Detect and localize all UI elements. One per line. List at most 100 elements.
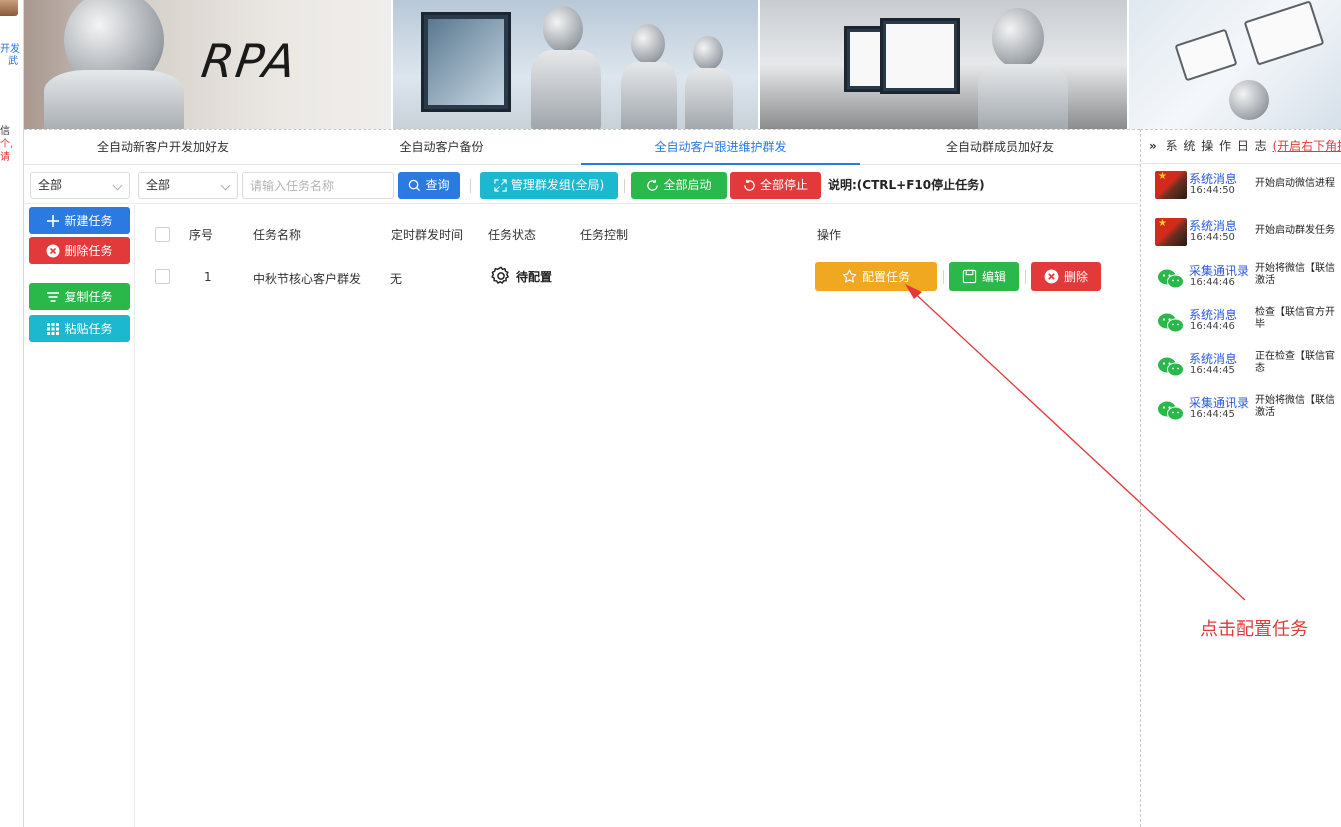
log-notification-link[interactable]: (开启右下角提 [1273, 139, 1341, 153]
gear-icon [491, 266, 509, 284]
tab-bar: 全自动新客户开发加好友 全自动客户备份 全自动客户跟进维护群发 全自动群成员加好… [24, 130, 1140, 165]
chart-monitor-2 [880, 18, 960, 94]
log-item-message: 开始将微信【联信 [1255, 263, 1335, 274]
filter-lines-icon [47, 291, 60, 302]
column-header-name: 任务名称 [253, 228, 302, 242]
task-name-search-input[interactable] [242, 172, 394, 199]
column-header-index: 序号 [189, 228, 214, 242]
side-button-column: 新建任务 删除任务 复制任务 粘贴任务 [24, 205, 135, 827]
table-header: 序号 任务名称 定时群发时间 任务状态 任务控制 操作 [135, 205, 1139, 262]
start-all-button[interactable]: 全部启动 [631, 172, 727, 199]
expand-icon [494, 179, 507, 192]
close-circle-icon [46, 244, 60, 257]
log-item-message-cont: 态 [1255, 363, 1265, 374]
robot-image-4 [992, 8, 1044, 68]
log-item: 系统消息 16:44:46 检查【联信官方开 毕 [1141, 304, 1341, 344]
tablet-image [1174, 28, 1238, 82]
robot-image-1-body [531, 50, 601, 129]
wechat-icon [1158, 357, 1184, 377]
tab-follow-up-broadcast[interactable]: 全自动客户跟进维护群发 [581, 130, 860, 165]
row-task-name: 中秋节核心客户群发 [253, 272, 362, 286]
robot-image-3 [693, 36, 723, 70]
log-item: 采集通讯录 16:44:46 开始将微信【联信 激活 [1141, 260, 1341, 300]
new-task-button[interactable]: 新建任务 [29, 207, 130, 234]
log-item-message-cont: 激活 [1255, 275, 1275, 286]
log-item-message-cont: 毕 [1255, 319, 1265, 330]
log-item-message: 正在检查【联信官 [1255, 351, 1335, 362]
row-status-label: 待配置 [516, 269, 553, 284]
refresh-icon [647, 179, 659, 191]
new-task-label: 新建任务 [64, 214, 113, 228]
log-item-message-cont: 激活 [1255, 407, 1275, 418]
copy-task-label: 复制任务 [64, 290, 113, 304]
stop-all-button-label: 全部停止 [759, 178, 808, 192]
chevron-down-icon [112, 180, 123, 191]
delete-row-button[interactable]: 删除 [1031, 262, 1101, 291]
log-header-title: 系 统 操 作 日 志 [1165, 139, 1268, 153]
strip-text-1: 开发 [0, 44, 20, 55]
column-header-status: 任务状态 [488, 228, 537, 242]
log-item-time: 16:44:46 [1190, 277, 1235, 288]
tab-customer-backup[interactable]: 全自动客户备份 [302, 130, 581, 165]
log-item-message: 检查【联信官方开 [1255, 307, 1335, 318]
tab-group-member-add[interactable]: 全自动群成员加好友 [860, 130, 1140, 165]
log-item-message: 开始启动微信进程 [1255, 178, 1335, 189]
strip-text-4: 个, [0, 139, 14, 150]
main-panel: 全自动新客户开发加好友 全自动客户备份 全自动客户跟进维护群发 全自动群成员加好… [24, 129, 1140, 827]
config-task-label: 配置任务 [861, 270, 910, 284]
annotation-text: 点击配置任务 [1200, 619, 1308, 640]
plus-icon [47, 214, 60, 227]
table-row: 1 中秋节核心客户群发 无 待配置 配置任务 编辑 删除 [135, 262, 1139, 292]
edit-task-label: 编辑 [981, 270, 1006, 284]
laptop-image [1243, 0, 1325, 66]
stop-all-button[interactable]: 全部停止 [730, 172, 821, 199]
column-header-control: 任务控制 [580, 228, 629, 242]
filter-select-2[interactable]: 全部 [138, 172, 238, 199]
wechat-icon [1158, 313, 1184, 333]
flag-avatar: ★ [1155, 171, 1187, 199]
filter-select-2-value: 全部 [146, 178, 171, 192]
robot-image-2 [631, 24, 665, 64]
undo-icon [744, 179, 755, 191]
factory-monitor-image [421, 12, 511, 112]
paste-task-button[interactable]: 粘贴任务 [29, 315, 130, 342]
robot-image-5 [1229, 80, 1269, 120]
row-checkbox[interactable] [155, 269, 170, 284]
row-index: 1 [204, 270, 212, 284]
log-item-time: 16:44:50 [1190, 185, 1235, 196]
delete-task-button[interactable]: 删除任务 [29, 237, 130, 264]
copy-task-button[interactable]: 复制任务 [29, 283, 130, 310]
rpa-logo-text: RPA [198, 34, 301, 88]
grid-dots-icon [47, 322, 60, 335]
system-log-panel: » 系 统 操 作 日 志 (开启右下角提 ★ 系统消息 16:44:50 开始… [1140, 129, 1341, 827]
strip-text-2: 武 [8, 56, 18, 67]
config-task-button[interactable]: 配置任务 [815, 262, 937, 291]
wechat-icon [1158, 269, 1184, 289]
toolbar-divider [624, 179, 625, 193]
manage-group-button-label: 管理群发组(全局) [510, 178, 605, 192]
filter-select-1[interactable]: 全部 [30, 172, 130, 199]
action-divider [943, 270, 944, 284]
toolbar-divider [470, 179, 471, 193]
edit-task-button[interactable]: 编辑 [949, 262, 1019, 291]
banner-panel-devices [1129, 0, 1341, 129]
robot-image-1 [543, 6, 583, 52]
banner-panel-factory [393, 0, 760, 129]
double-chevron-right-icon[interactable]: » [1149, 139, 1158, 153]
log-item-time: 16:44:46 [1190, 321, 1235, 332]
manage-group-button[interactable]: 管理群发组(全局) [480, 172, 618, 199]
log-item-time: 16:44:50 [1190, 232, 1235, 243]
column-header-schedule: 定时群发时间 [391, 228, 464, 242]
tab-new-customer[interactable]: 全自动新客户开发加好友 [24, 130, 302, 165]
log-item: ★ 系统消息 16:44:50 开始启动群发任务 [1141, 215, 1341, 255]
strip-text-3: 信 [0, 126, 10, 137]
query-button[interactable]: 查询 [398, 172, 460, 199]
strip-thumbnail [0, 0, 18, 16]
save-icon [962, 269, 977, 284]
log-item: ★ 系统消息 16:44:50 开始启动微信进程 [1141, 168, 1341, 208]
log-item: 采集通讯录 16:44:45 开始将微信【联信 激活 [1141, 392, 1341, 432]
log-item-time: 16:44:45 [1190, 409, 1235, 420]
wechat-icon [1158, 401, 1184, 421]
rpa-banner: RPA [24, 0, 1341, 129]
select-all-checkbox[interactable] [155, 227, 170, 242]
